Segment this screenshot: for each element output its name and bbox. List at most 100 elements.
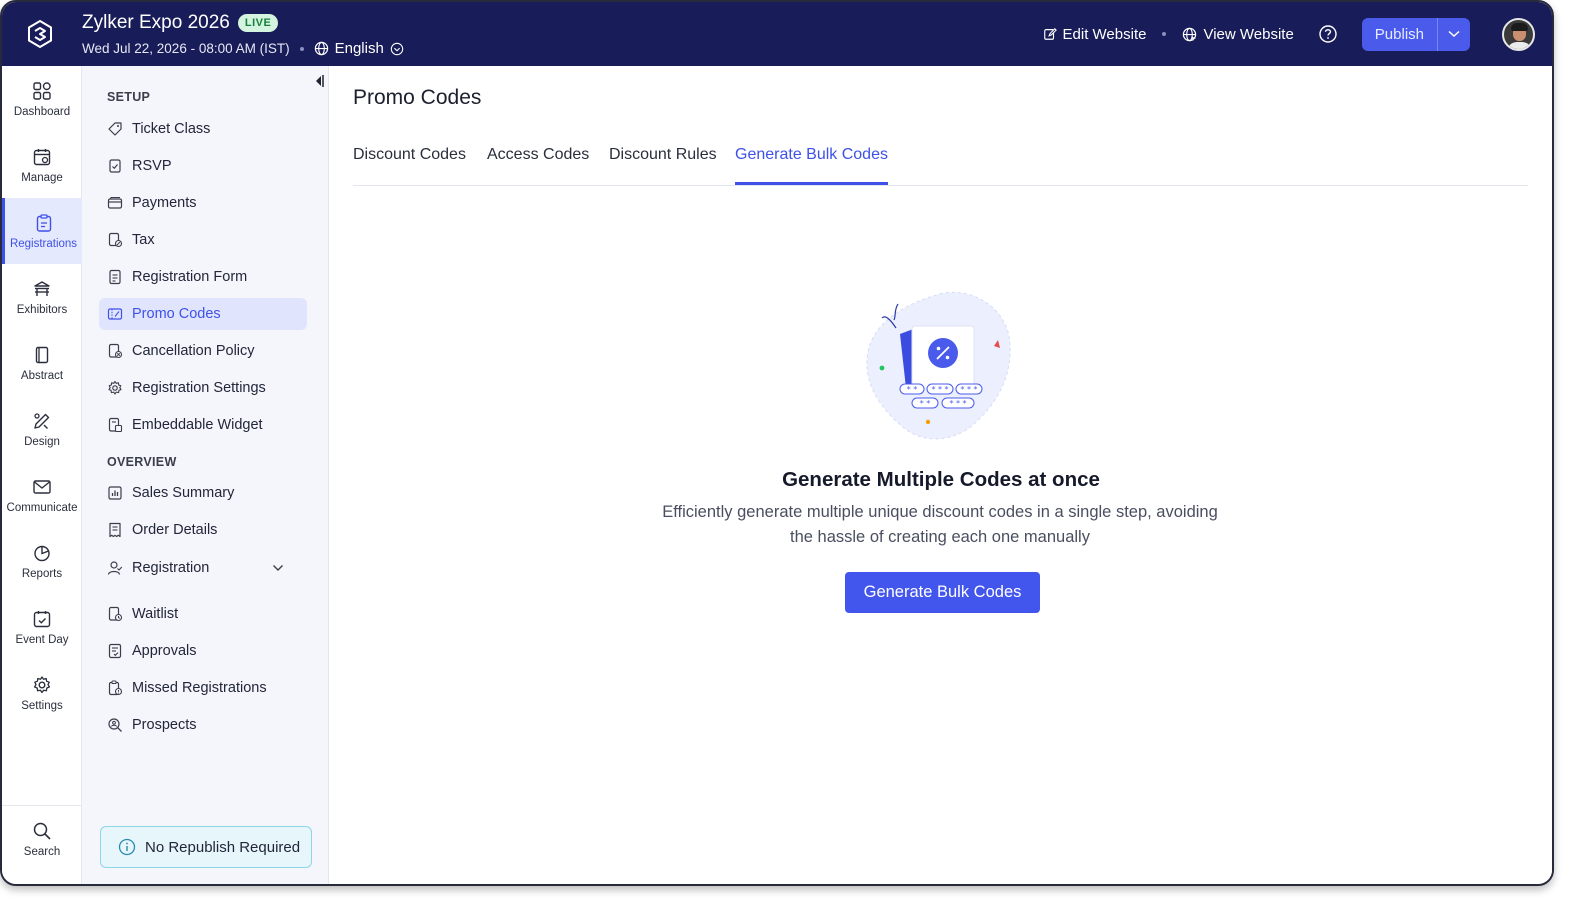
rail-label: Search bbox=[23, 845, 61, 858]
collapse-sidebar-icon[interactable] bbox=[314, 74, 324, 88]
sales-summary-icon bbox=[108, 486, 122, 500]
generate-bulk-codes-button[interactable]: Generate Bulk Codes bbox=[845, 572, 1040, 613]
widget-icon bbox=[108, 417, 123, 433]
nav-item-registration-settings[interactable]: Registration Settings bbox=[99, 372, 307, 404]
communicate-icon bbox=[33, 479, 51, 494]
tab-generate-bulk-codes[interactable]: Generate Bulk Codes bbox=[735, 146, 888, 185]
app-logo-icon[interactable] bbox=[24, 18, 56, 50]
svg-text:* *: * * bbox=[907, 385, 918, 394]
secondary-sidebar: SETUP Ticket Class RSVP Payments Tax Reg… bbox=[82, 66, 329, 884]
publish-button[interactable]: Publish bbox=[1361, 17, 1438, 51]
nav-label: Order Details bbox=[132, 522, 218, 538]
view-website-link[interactable]: View Website bbox=[1182, 26, 1294, 43]
nav-label: Prospects bbox=[132, 717, 197, 733]
nav-item-promo-codes[interactable]: Promo Codes bbox=[99, 298, 307, 330]
help-icon[interactable] bbox=[1318, 24, 1338, 44]
nav-item-tax[interactable]: Tax bbox=[99, 224, 307, 256]
rail-item-communicate[interactable]: Communicate bbox=[2, 462, 82, 528]
manage-icon bbox=[33, 148, 51, 165]
tab-discount-codes[interactable]: Discount Codes bbox=[353, 146, 466, 185]
ticket-icon bbox=[108, 122, 122, 136]
rail-item-reports[interactable]: Reports bbox=[2, 528, 82, 594]
rail-label: Event Day bbox=[15, 633, 69, 646]
payments-icon bbox=[107, 196, 123, 209]
bulk-codes-illustration: * * * * * * * * * * * * * bbox=[866, 292, 1011, 440]
nav-label: Approvals bbox=[132, 643, 197, 659]
form-icon bbox=[109, 269, 121, 285]
nav-label: Tax bbox=[132, 232, 155, 248]
nav-item-ticket-class[interactable]: Ticket Class bbox=[99, 113, 307, 145]
rail-item-abstract[interactable]: Abstract bbox=[2, 330, 82, 396]
gear-icon bbox=[108, 380, 122, 395]
nav-item-payments[interactable]: Payments bbox=[99, 187, 307, 219]
abstract-icon bbox=[35, 346, 49, 363]
rail-item-dashboard[interactable]: Dashboard bbox=[2, 66, 82, 132]
nav-label: Waitlist bbox=[132, 606, 179, 622]
nav-label: Registration Form bbox=[132, 269, 248, 285]
rail-label: Registrations bbox=[9, 237, 78, 250]
promo-code-icon bbox=[107, 308, 123, 320]
approvals-icon bbox=[108, 643, 122, 659]
edit-website-link[interactable]: Edit Website bbox=[1043, 26, 1146, 43]
nav-item-approvals[interactable]: Approvals bbox=[99, 635, 307, 667]
event-title-row: Zylker Expo 2026 LIVE bbox=[82, 12, 279, 34]
nav-label: Promo Codes bbox=[132, 306, 221, 322]
nav-item-registration[interactable]: Registration bbox=[99, 552, 307, 584]
rail-item-registrations[interactable]: Registrations bbox=[2, 198, 82, 264]
rail-item-manage[interactable]: Manage bbox=[2, 132, 82, 198]
rail-label: Reports bbox=[21, 567, 63, 580]
svg-text:* * *: * * * bbox=[960, 385, 977, 394]
nav-label: Registration Settings bbox=[132, 380, 266, 396]
rail-item-search[interactable]: Search bbox=[2, 806, 82, 872]
nav-item-cancellation-policy[interactable]: Cancellation Policy bbox=[99, 335, 307, 367]
event-datetime: Wed Jul 22, 2026 - 08:00 AM (IST) bbox=[82, 41, 290, 56]
rail-label: Dashboard bbox=[13, 105, 71, 118]
edit-icon bbox=[1043, 28, 1057, 40]
event-day-icon bbox=[33, 610, 51, 627]
tab-discount-rules[interactable]: Discount Rules bbox=[609, 146, 717, 185]
nav-item-order-details[interactable]: Order Details bbox=[99, 514, 307, 546]
rail-item-settings[interactable]: Settings bbox=[2, 660, 82, 726]
globe-icon bbox=[314, 41, 328, 56]
publish-button-group: Publish bbox=[1361, 17, 1470, 51]
section-heading-setup: SETUP bbox=[107, 90, 151, 104]
nav-item-missed-registrations[interactable]: Missed Registrations bbox=[99, 672, 307, 704]
empty-state-title: Generate Multiple Codes at once bbox=[782, 468, 1100, 491]
nav-label: Cancellation Policy bbox=[132, 343, 255, 359]
rail-item-design[interactable]: Design bbox=[2, 396, 82, 462]
prospects-search-icon bbox=[108, 718, 122, 732]
rail-label: Settings bbox=[21, 699, 63, 712]
event-title: Zylker Expo 2026 bbox=[82, 12, 230, 33]
tab-bar: Discount Codes Access Codes Discount Rul… bbox=[353, 136, 1528, 186]
nav-item-rsvp[interactable]: RSVP bbox=[99, 150, 307, 182]
app-window: Zylker Expo 2026 LIVE Wed Jul 22, 2026 -… bbox=[0, 0, 1554, 886]
top-separator bbox=[1162, 32, 1167, 36]
tab-access-codes[interactable]: Access Codes bbox=[487, 146, 589, 185]
rail-item-event-day[interactable]: Event Day bbox=[2, 594, 82, 660]
settings-icon bbox=[33, 675, 51, 693]
page-title: Promo Codes bbox=[353, 86, 482, 109]
nav-item-prospects[interactable]: Prospects bbox=[99, 709, 307, 741]
rail-label: Abstract bbox=[20, 369, 64, 382]
design-icon bbox=[34, 412, 50, 429]
empty-state-description: Efficiently generate multiple unique dis… bbox=[662, 503, 1218, 546]
cancellation-policy-icon bbox=[108, 343, 123, 359]
info-icon bbox=[118, 838, 136, 856]
republish-notice: No Republish Required bbox=[100, 826, 312, 868]
missed-registrations-icon bbox=[108, 680, 123, 696]
language-selector[interactable]: English bbox=[314, 40, 410, 57]
nav-item-sales-summary[interactable]: Sales Summary bbox=[99, 477, 307, 509]
exhibitors-icon bbox=[34, 280, 50, 296]
main-content: Promo Codes Discount Codes Access Codes … bbox=[330, 66, 1552, 884]
republish-notice-text: No Republish Required bbox=[145, 838, 301, 856]
user-avatar[interactable] bbox=[1502, 17, 1535, 51]
publish-dropdown-button[interactable] bbox=[1438, 17, 1470, 51]
rail-item-exhibitors[interactable]: Exhibitors bbox=[2, 264, 82, 330]
chevron-down-icon bbox=[1448, 30, 1460, 38]
nav-label: RSVP bbox=[132, 158, 172, 174]
nav-label: Missed Registrations bbox=[132, 680, 267, 696]
nav-label: Payments bbox=[132, 195, 197, 211]
nav-item-embeddable-widget[interactable]: Embeddable Widget bbox=[99, 409, 307, 441]
nav-item-waitlist[interactable]: Waitlist bbox=[99, 598, 307, 630]
nav-item-registration-form[interactable]: Registration Form bbox=[99, 261, 307, 293]
